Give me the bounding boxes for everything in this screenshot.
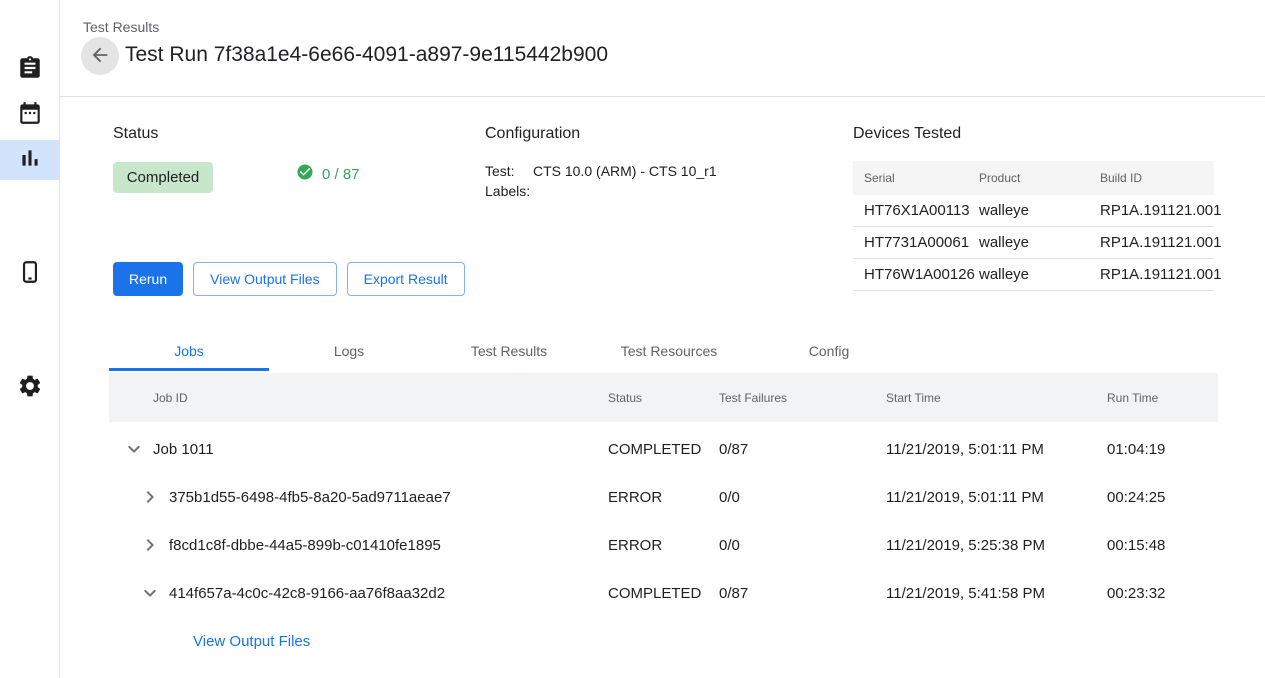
rerun-button[interactable]: Rerun <box>113 262 183 296</box>
config-test-value: CTS 10.0 (ARM) - CTS 10_r1 <box>533 161 717 181</box>
sidebar-item-test-plans[interactable] <box>0 50 60 90</box>
config-row-test: Test: CTS 10.0 (ARM) - CTS 10_r1 <box>485 161 825 181</box>
status-count: 0 / 87 <box>322 166 360 183</box>
check-circle-icon <box>296 163 314 186</box>
jobs-table-header: Job ID Status Test Failures Start Time R… <box>109 373 1218 422</box>
device-build: RP1A.191121.001 <box>1100 234 1214 251</box>
device-serial: HT76X1A00113 <box>853 202 979 219</box>
job-start-time: 11/21/2019, 5:41:58 PM <box>886 585 1107 602</box>
job-id: Job 1011 <box>153 441 214 458</box>
status-result: 0 / 87 <box>296 163 360 186</box>
sidebar-item-test-results[interactable] <box>0 140 60 180</box>
device-row: HT76W1A00126 walleye RP1A.191121.001 <box>853 259 1214 291</box>
chevron-down-icon[interactable] <box>122 437 146 461</box>
device-product: walleye <box>979 234 1100 251</box>
tab-logs[interactable]: Logs <box>269 330 429 371</box>
job-row[interactable]: 414f657a-4c0c-42c8-9166-aa76f8aa32d2 COM… <box>109 569 1218 617</box>
devices-table: Serial Product Build ID HT76X1A00113 wal… <box>853 161 1214 291</box>
job-status: COMPLETED <box>608 441 719 458</box>
sidebar <box>0 0 60 678</box>
tab-test-resources[interactable]: Test Resources <box>589 330 749 371</box>
job-id: f8cd1c8f-dbbe-44a5-899b-c01410fe1895 <box>169 537 441 554</box>
calendar-icon <box>17 100 43 131</box>
status-section: Status Completed 0 / 87 <box>113 124 473 193</box>
job-run-time: 00:23:32 <box>1107 585 1218 602</box>
sidebar-item-schedule[interactable] <box>0 95 60 135</box>
job-status: ERROR <box>608 537 719 554</box>
job-run-time: 00:24:25 <box>1107 489 1218 506</box>
job-start-time: 11/21/2019, 5:01:11 PM <box>886 489 1107 506</box>
job-id: 414f657a-4c0c-42c8-9166-aa76f8aa32d2 <box>169 585 445 602</box>
device-build: RP1A.191121.001 <box>1100 266 1214 283</box>
job-test-failures: 0/87 <box>719 585 886 602</box>
page-title: Test Run 7f38a1e4-6e66-4091-a897-9e11544… <box>125 43 608 67</box>
device-row: HT7731A00061 walleye RP1A.191121.001 <box>853 227 1214 259</box>
jobs-col-run-time: Run Time <box>1107 391 1218 405</box>
jobs-col-test-failures: Test Failures <box>719 391 886 405</box>
devices-tested-heading: Devices Tested <box>853 124 1214 143</box>
jobs-col-status: Status <box>608 391 719 405</box>
chevron-right-icon[interactable] <box>138 485 162 509</box>
breadcrumb: Test Results <box>83 19 159 35</box>
smartphone-icon <box>17 259 43 290</box>
device-serial: HT76W1A00126 <box>853 266 979 283</box>
device-product: walleye <box>979 266 1100 283</box>
gear-icon <box>17 373 43 404</box>
job-row[interactable]: 375b1d55-6498-4fb5-8a20-5ad9711aeae7 ERR… <box>109 473 1218 521</box>
job-start-time: 11/21/2019, 5:01:11 PM <box>886 441 1107 458</box>
jobs-col-start-time: Start Time <box>886 391 1107 405</box>
device-serial: HT7731A00061 <box>853 234 979 251</box>
job-test-failures: 0/0 <box>719 489 886 506</box>
action-buttons: Rerun View Output Files Export Result <box>113 262 465 296</box>
chevron-down-icon[interactable] <box>138 581 162 605</box>
device-product: walleye <box>979 202 1100 219</box>
job-status: COMPLETED <box>608 585 719 602</box>
back-button[interactable] <box>81 37 119 75</box>
config-row-labels: Labels: <box>485 181 825 201</box>
sidebar-item-devices[interactable] <box>0 254 60 294</box>
job-id: 375b1d55-6498-4fb5-8a20-5ad9711aeae7 <box>169 489 451 506</box>
configuration-heading: Configuration <box>485 124 825 143</box>
page-header: Test Results Test Run 7f38a1e4-6e66-4091… <box>60 0 1265 97</box>
devices-tested-section: Devices Tested Serial Product Build ID H… <box>853 124 1214 291</box>
clipboard-icon <box>17 55 43 86</box>
device-row: HT76X1A00113 walleye RP1A.191121.001 <box>853 195 1214 227</box>
job-run-time: 00:15:48 <box>1107 537 1218 554</box>
tab-config[interactable]: Config <box>749 330 909 371</box>
jobs-table: Job ID Status Test Failures Start Time R… <box>109 373 1218 665</box>
config-test-label: Test: <box>485 161 533 181</box>
job-status: ERROR <box>608 489 719 506</box>
job-test-failures: 0/0 <box>719 537 886 554</box>
view-output-files-link[interactable]: View Output Files <box>193 633 310 650</box>
app-root: Test Results Test Run 7f38a1e4-6e66-4091… <box>0 0 1265 678</box>
job-run-time: 01:04:19 <box>1107 441 1218 458</box>
job-row[interactable]: f8cd1c8f-dbbe-44a5-899b-c01410fe1895 ERR… <box>109 521 1218 569</box>
bar-chart-icon <box>17 145 43 176</box>
chevron-right-icon[interactable] <box>138 533 162 557</box>
job-test-failures: 0/87 <box>719 441 886 458</box>
status-badge: Completed <box>113 162 213 193</box>
devices-col-serial: Serial <box>853 171 979 185</box>
arrow-left-icon <box>89 44 111 69</box>
view-output-files-button[interactable]: View Output Files <box>193 262 336 296</box>
devices-table-header: Serial Product Build ID <box>853 161 1214 195</box>
device-build: RP1A.191121.001 <box>1100 202 1214 219</box>
status-heading: Status <box>113 124 473 143</box>
tab-test-results[interactable]: Test Results <box>429 330 589 371</box>
tab-bar: Jobs Logs Test Results Test Resources Co… <box>109 330 909 371</box>
job-start-time: 11/21/2019, 5:25:38 PM <box>886 537 1107 554</box>
sidebar-item-settings[interactable] <box>0 368 60 408</box>
jobs-col-job-id: Job ID <box>109 391 608 405</box>
devices-col-product: Product <box>979 171 1100 185</box>
devices-col-build: Build ID <box>1100 171 1214 185</box>
job-row[interactable]: Job 1011 COMPLETED 0/87 11/21/2019, 5:01… <box>109 425 1218 473</box>
configuration-section: Configuration Test: CTS 10.0 (ARM) - CTS… <box>485 124 825 201</box>
export-result-button[interactable]: Export Result <box>347 262 465 296</box>
config-labels-label: Labels: <box>485 181 533 201</box>
job-expanded-content: View Output Files <box>109 617 1218 665</box>
tab-jobs[interactable]: Jobs <box>109 330 269 371</box>
